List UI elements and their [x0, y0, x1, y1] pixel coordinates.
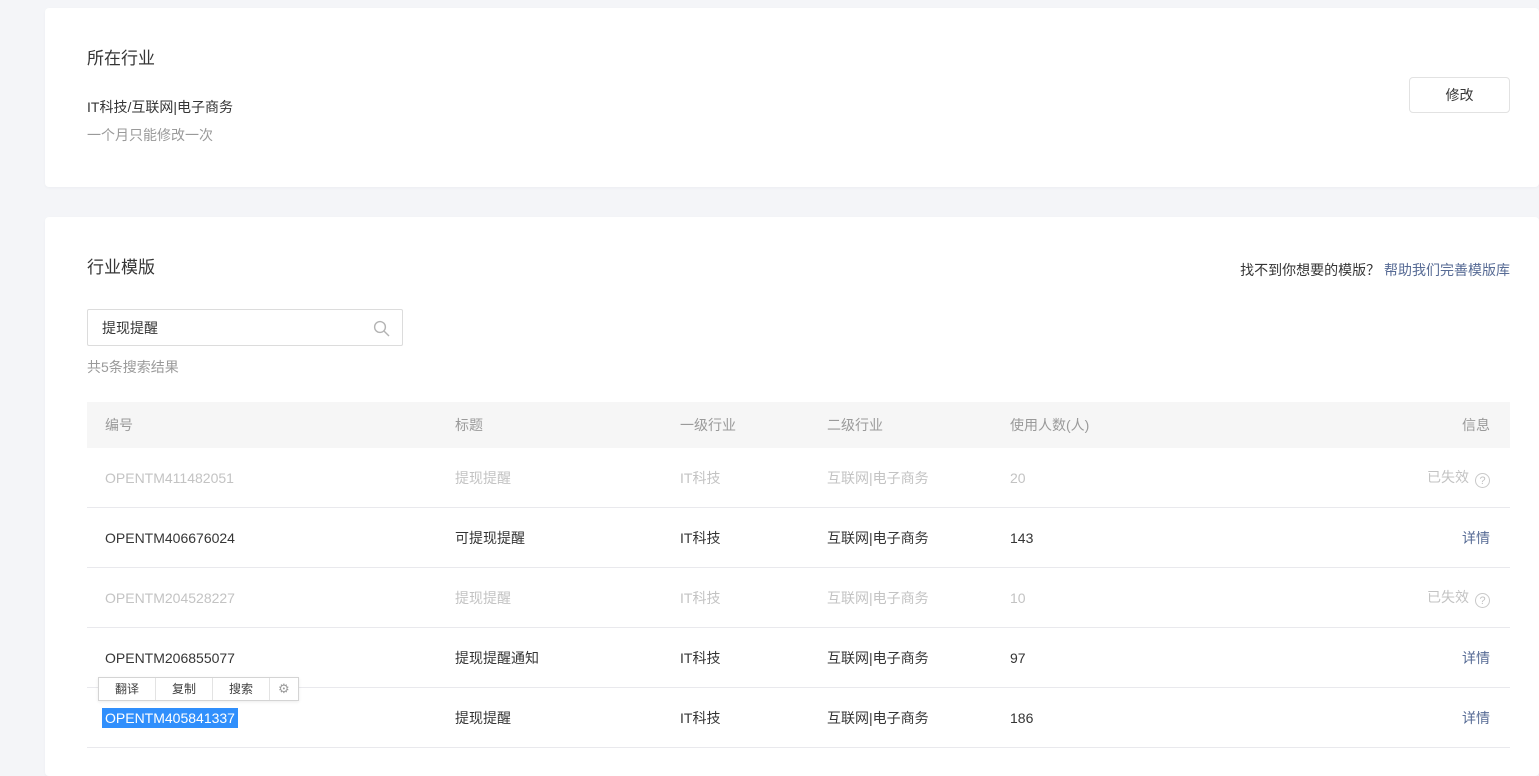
- cell-template-id: OPENTM405841337: [105, 710, 455, 726]
- cell-template-id: OPENTM411482051: [105, 470, 455, 486]
- modify-button[interactable]: 修改: [1409, 77, 1510, 113]
- cell-secondary-industry: 互联网|电子商务: [827, 528, 1010, 548]
- popup-settings-button[interactable]: ⚙: [270, 678, 298, 700]
- industry-note: 一个月只能修改一次: [87, 125, 213, 145]
- popup-copy-button[interactable]: 复制: [156, 678, 213, 700]
- expired-label: 已失效: [1427, 469, 1469, 485]
- cell-primary-industry: IT科技: [680, 708, 827, 728]
- header-primary-industry: 一级行业: [680, 415, 827, 435]
- cell-primary-industry: IT科技: [680, 468, 827, 488]
- question-mark-icon[interactable]: ?: [1475, 473, 1490, 488]
- template-table: 编号 标题 一级行业 二级行业 使用人数(人) 信息 OPENTM4114820…: [87, 402, 1510, 748]
- table-row: OPENTM405841337 提现提醒 IT科技 互联网|电子商务 186 详…: [87, 688, 1510, 748]
- search-result-count: 共5条搜索结果: [87, 357, 179, 377]
- cell-template-id: OPENTM206855077: [105, 650, 455, 666]
- template-help-row: 找不到你想要的模版？ 帮助我们完善模版库: [1240, 260, 1510, 280]
- cell-primary-industry: IT科技: [680, 648, 827, 668]
- cell-user-count: 186: [1010, 710, 1370, 726]
- cell-title: 提现提醒: [455, 588, 680, 608]
- search-icon[interactable]: [373, 320, 390, 337]
- question-mark-icon[interactable]: ?: [1475, 593, 1490, 608]
- header-secondary-industry: 二级行业: [827, 415, 1010, 435]
- detail-link[interactable]: 详情: [1462, 710, 1490, 726]
- industry-card-title: 所在行业: [87, 44, 155, 69]
- cell-title: 提现提醒通知: [455, 648, 680, 668]
- table-header-row: 编号 标题 一级行业 二级行业 使用人数(人) 信息: [87, 402, 1510, 448]
- detail-link[interactable]: 详情: [1462, 530, 1490, 546]
- header-title: 标题: [455, 415, 680, 435]
- search-box: [87, 309, 403, 346]
- template-search-input[interactable]: [88, 310, 402, 345]
- cell-primary-industry: IT科技: [680, 528, 827, 548]
- header-template-id: 编号: [105, 415, 455, 435]
- cell-secondary-industry: 互联网|电子商务: [827, 708, 1010, 728]
- help-improve-library-link[interactable]: 帮助我们完善模版库: [1384, 262, 1510, 278]
- cell-secondary-industry: 互联网|电子商务: [827, 588, 1010, 608]
- cell-template-id: OPENTM406676024: [105, 530, 455, 546]
- cell-title: 提现提醒: [455, 708, 680, 728]
- cell-secondary-industry: 互联网|电子商务: [827, 648, 1010, 668]
- cell-secondary-industry: 互联网|电子商务: [827, 468, 1010, 488]
- cell-template-id: OPENTM204528227: [105, 590, 455, 606]
- cell-user-count: 143: [1010, 530, 1370, 546]
- cell-user-count: 10: [1010, 590, 1370, 606]
- cell-title: 提现提醒: [455, 468, 680, 488]
- cell-user-count: 20: [1010, 470, 1370, 486]
- table-row: OPENTM206855077 提现提醒通知 IT科技 互联网|电子商务 97 …: [87, 628, 1510, 688]
- popup-search-button[interactable]: 搜索: [213, 678, 270, 700]
- cell-primary-industry: IT科技: [680, 588, 827, 608]
- help-question-text: 找不到你想要的模版？: [1240, 262, 1380, 278]
- header-info: 信息: [1370, 415, 1490, 435]
- template-card: 行业模版 找不到你想要的模版？ 帮助我们完善模版库 共5条搜索结果 编号 标题 …: [45, 217, 1539, 776]
- template-card-title: 行业模版: [87, 253, 155, 278]
- popup-translate-button[interactable]: 翻译: [99, 678, 156, 700]
- table-row: OPENTM411482051 提现提醒 IT科技 互联网|电子商务 20 已失…: [87, 448, 1510, 508]
- cell-title: 可提现提醒: [455, 528, 680, 548]
- header-user-count: 使用人数(人): [1010, 415, 1370, 435]
- detail-link[interactable]: 详情: [1462, 650, 1490, 666]
- table-row: OPENTM204528227 提现提醒 IT科技 互联网|电子商务 10 已失…: [87, 568, 1510, 628]
- industry-card: 所在行业 IT科技/互联网|电子商务 一个月只能修改一次 修改: [45, 8, 1539, 187]
- table-row: OPENTM406676024 可提现提醒 IT科技 互联网|电子商务 143 …: [87, 508, 1510, 568]
- text-selection-popup: 翻译 复制 搜索 ⚙: [98, 677, 299, 701]
- expired-label: 已失效: [1427, 589, 1469, 605]
- current-industry-value: IT科技/互联网|电子商务: [87, 97, 233, 117]
- selected-template-id-text: OPENTM405841337: [102, 708, 238, 728]
- cell-user-count: 97: [1010, 650, 1370, 666]
- gear-icon: ⚙: [278, 681, 290, 696]
